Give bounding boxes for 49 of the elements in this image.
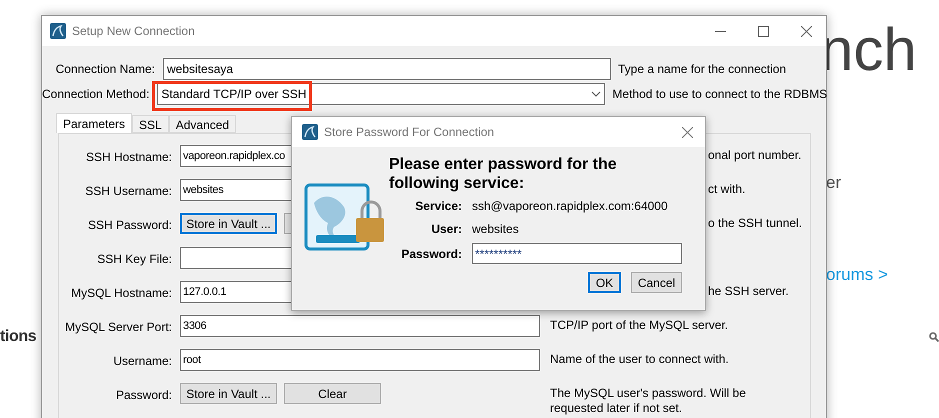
field-hint: TCP/IP port of the MySQL server.: [550, 317, 730, 333]
vault-button[interactable]: Store in Vault ...: [180, 383, 277, 404]
tab[interactable]: SSL: [132, 115, 169, 133]
app-logo-icon: [302, 124, 318, 140]
field-hint: ct with.: [708, 181, 746, 197]
text-field[interactable]: 3306: [180, 315, 540, 337]
dialog-heading: Please enter password for the following service:: [389, 155, 618, 193]
dialog-button[interactable]: Cancel: [631, 272, 682, 293]
dialog-label: Service:: [414, 198, 463, 215]
field-label: Connection Method:: [42, 86, 150, 103]
field-label: MySQL Server Port:: [64, 319, 173, 336]
field-hint: Name of the user to connect with.: [550, 351, 730, 367]
method-dropdown[interactable]: Standard TCP/IP over SSH: [157, 83, 606, 105]
field-hint: Method to use to connect to the RDBMS: [611, 86, 828, 103]
field-label: Connection Name:: [54, 61, 156, 78]
field-label: SSH Username:: [84, 183, 173, 200]
close-icon[interactable]: [801, 26, 812, 36]
app-logo-icon: [50, 23, 66, 39]
field-label: Username:: [112, 353, 173, 370]
section-heading: tions: [0, 327, 36, 347]
close-icon[interactable]: [682, 126, 693, 138]
vault-button[interactable]: Store in Vault ...: [180, 213, 277, 234]
name-field[interactable]: websitesaya: [163, 58, 611, 80]
dialog-value: websites: [472, 221, 519, 238]
dialog-value: ssh@vaporeon.rapidplex.com:64000: [472, 198, 668, 215]
maximize-icon[interactable]: [758, 26, 769, 36]
search-icon[interactable]: [929, 332, 939, 342]
field-hint: he SSH server.: [708, 283, 789, 299]
field-hint: onal port number.: [708, 147, 802, 163]
chevron-down-icon: [591, 91, 602, 97]
tab[interactable]: Advanced: [168, 115, 236, 133]
dialog-label: User:: [430, 221, 463, 238]
text-field[interactable]: root: [180, 349, 540, 371]
password-field[interactable]: **********: [472, 243, 682, 264]
tab[interactable]: Parameters: [56, 113, 132, 133]
field-hint: The MySQL user's password. Will be requested later if not set.: [550, 385, 747, 416]
field-label: SSH Key File:: [96, 251, 173, 268]
dialog-button[interactable]: OK: [588, 272, 621, 293]
window-title: Setup New Connection: [72, 23, 195, 40]
field-label: MySQL Hostname:: [70, 285, 173, 302]
field-hint: o the SSH tunnel.: [708, 215, 802, 231]
vault-button[interactable]: Clear: [284, 383, 381, 404]
field-hint: Type a name for the connection: [617, 61, 786, 78]
dialog-label: Password:: [400, 246, 463, 262]
field-label: SSH Password:: [86, 217, 173, 234]
field-label: SSH Hostname:: [84, 149, 173, 166]
field-label: Password:: [114, 387, 173, 404]
page-text: er: [826, 172, 842, 194]
dialog-title: Store Password For Connection: [324, 124, 494, 141]
